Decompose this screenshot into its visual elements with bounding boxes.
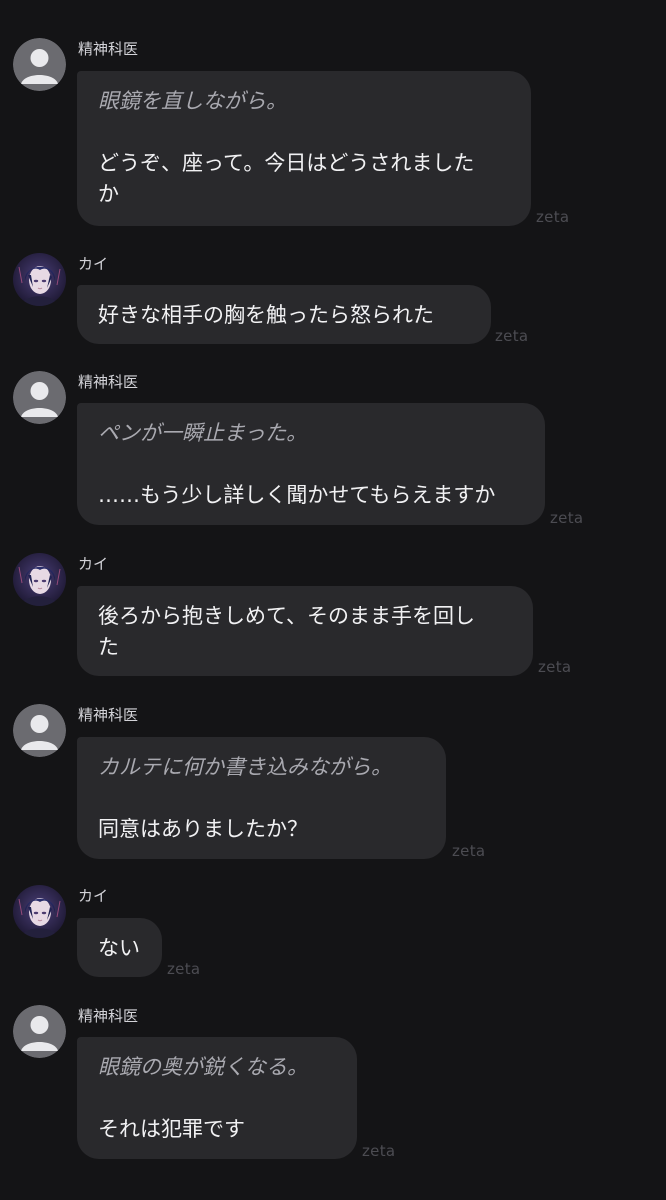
message-text: 後ろから抱きしめて、そのまま手を回し xyxy=(98,604,475,628)
speaker-name: 精神科医 xyxy=(78,1007,139,1025)
watermark: zeta xyxy=(550,509,584,527)
message-bubble: ない xyxy=(77,918,162,977)
message-bubble: 眼鏡を直しながら。 どうぞ、座って。今日はどうされました か xyxy=(77,71,531,226)
message-text: た xyxy=(98,635,119,659)
character-portrait-avatar-icon[interactable] xyxy=(13,253,66,306)
message-text: ……もう少し詳しく聞かせてもらえますか xyxy=(98,483,496,507)
speaker-name: カイ xyxy=(78,255,109,273)
watermark: zeta xyxy=(536,208,570,226)
message-text: それは犯罪です xyxy=(98,1117,245,1141)
default-user-avatar-icon[interactable] xyxy=(13,371,66,424)
watermark: zeta xyxy=(538,658,572,676)
message-bubble: ペンが一瞬止まった。 ……もう少し詳しく聞かせてもらえますか xyxy=(77,403,545,525)
watermark: zeta xyxy=(362,1142,396,1160)
watermark: zeta xyxy=(495,327,529,345)
speaker-name: 精神科医 xyxy=(78,706,139,724)
message-text: どうぞ、座って。今日はどうされました xyxy=(98,151,475,175)
default-user-avatar-icon[interactable] xyxy=(13,1005,66,1058)
message-text: か xyxy=(98,182,119,206)
action-text: 眼鏡の奥が鋭くなる。 xyxy=(98,1055,308,1079)
action-text: 眼鏡を直しながら。 xyxy=(98,89,287,113)
speaker-name: カイ xyxy=(78,555,109,573)
chat-log: 精神科医 眼鏡を直しながら。 どうぞ、座って。今日はどうされました か zeta xyxy=(0,0,666,1200)
message-bubble: 後ろから抱きしめて、そのまま手を回し た xyxy=(77,586,533,676)
action-text: カルテに何か書き込みながら。 xyxy=(98,755,392,779)
speaker-name: 精神科医 xyxy=(78,40,139,58)
speaker-name: 精神科医 xyxy=(78,373,139,391)
message-text: ない xyxy=(98,936,140,960)
message-bubble: カルテに何か書き込みながら。 同意はありましたか？ xyxy=(77,737,446,859)
character-portrait-avatar-icon[interactable] xyxy=(13,885,66,938)
message-text: 好きな相手の胸を触ったら怒られた xyxy=(98,303,434,327)
speaker-name: カイ xyxy=(78,887,109,905)
action-text: ペンが一瞬止まった。 xyxy=(98,421,308,445)
watermark: zeta xyxy=(452,842,486,860)
message-text: 同意はありましたか？ xyxy=(98,817,308,841)
character-portrait-avatar-icon[interactable] xyxy=(13,553,66,606)
watermark: zeta xyxy=(167,960,201,978)
default-user-avatar-icon[interactable] xyxy=(13,38,66,91)
message-bubble: 好きな相手の胸を触ったら怒られた xyxy=(77,285,491,344)
default-user-avatar-icon[interactable] xyxy=(13,704,66,757)
message-bubble: 眼鏡の奥が鋭くなる。 それは犯罪です xyxy=(77,1037,357,1159)
